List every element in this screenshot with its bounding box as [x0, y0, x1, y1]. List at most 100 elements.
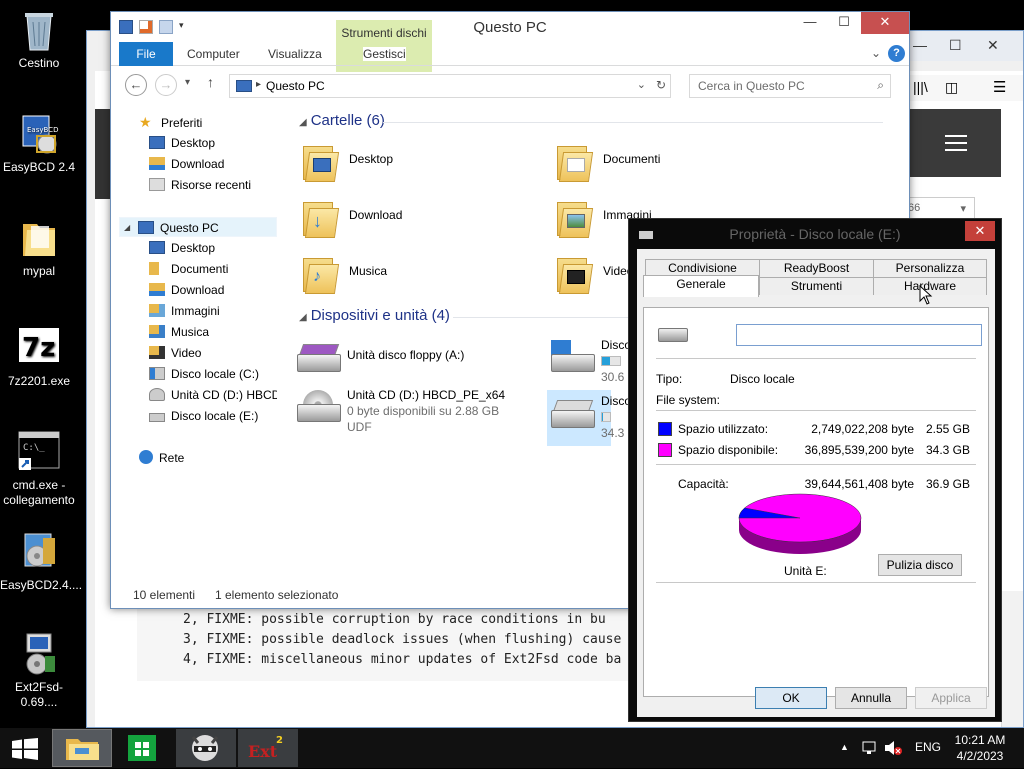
- desktop-icon-cmd[interactable]: C:\_ cmd.exe - collegamento: [0, 430, 78, 508]
- code-line: 4, FIXME: miscellaneous minor updates of…: [183, 652, 622, 667]
- taskbar-ext2fsd[interactable]: Ext 2: [238, 729, 298, 767]
- dialog-close-button[interactable]: ✕: [965, 221, 995, 241]
- this-pc-icon: [138, 221, 154, 234]
- nav-pc-desktop[interactable]: Desktop: [149, 238, 215, 258]
- up-button[interactable]: ↑: [207, 74, 214, 90]
- start-button[interactable]: [12, 738, 38, 760]
- forward-button[interactable]: →: [155, 74, 177, 96]
- usage-bar: [601, 412, 611, 422]
- desktop-icon-easybcd[interactable]: EasyBCD EasyBCD 2.4: [0, 112, 78, 175]
- nav-this-pc[interactable]: ◢ Questo PC: [119, 217, 277, 237]
- device-item-floppy[interactable]: Unità disco floppy (A:): [297, 334, 537, 384]
- nav-label: Desktop: [171, 136, 216, 150]
- nav-pc-download[interactable]: Download: [149, 280, 224, 300]
- nav-fav-recent[interactable]: Risorse recenti: [149, 175, 251, 195]
- address-input[interactable]: ▸ Questo PC ⌄ ↻: [229, 74, 671, 98]
- device-item-drive-e[interactable]: Disco 34.3: [547, 390, 631, 446]
- nav-pc-music[interactable]: Musica: [149, 322, 209, 342]
- divider: [656, 410, 976, 411]
- device-item-drive-c[interactable]: Disco 30.6: [551, 334, 631, 384]
- nav-fav-desktop[interactable]: Desktop: [149, 133, 215, 153]
- properties-dialog[interactable]: Proprietà - Disco locale (E:) ✕ Condivis…: [628, 218, 1002, 722]
- usage-bar-fill: [602, 357, 611, 365]
- refresh-icon[interactable]: ↻: [656, 78, 666, 92]
- breadcrumb[interactable]: Questo PC: [266, 79, 325, 93]
- library-icon[interactable]: |||\: [913, 79, 928, 95]
- code-line: 3, FIXME: possible deadlock issues (when…: [183, 632, 622, 647]
- floppy-drive-icon: [297, 340, 341, 374]
- minimize-button[interactable]: —: [793, 12, 827, 34]
- disk-cleanup-button[interactable]: Pulizia disco: [878, 554, 962, 576]
- taskbar-app-raccoon[interactable]: [176, 729, 236, 767]
- volume-label-input[interactable]: [736, 324, 982, 346]
- nav-fav-download[interactable]: Download: [149, 154, 224, 174]
- sidebar-icon[interactable]: ◫: [945, 79, 958, 96]
- desktop-icon-easybcd-installer[interactable]: EasyBCD2.4....: [0, 530, 82, 593]
- desktop-icon-label: Ext2Fsd-0.69....: [14, 680, 63, 709]
- taskbar-file-explorer[interactable]: [52, 729, 112, 767]
- clock[interactable]: 10:21 AM 4/2/2023: [948, 732, 1012, 764]
- nav-label: Disco locale (C:): [171, 367, 260, 381]
- desktop-icon-mypal[interactable]: mypal: [0, 216, 78, 279]
- usage-bar: [601, 356, 621, 366]
- desktop-icon-label: EasyBCD 2.4: [2, 160, 76, 174]
- nav-favorites[interactable]: ★ Preferiti: [139, 112, 202, 132]
- apply-button[interactable]: Applica: [915, 687, 987, 709]
- maximize-button[interactable]: ☐: [827, 12, 861, 34]
- minimize-icon[interactable]: —: [913, 37, 927, 53]
- nav-pc-documents[interactable]: Documenti: [149, 259, 228, 279]
- tab-view[interactable]: Visualizza: [268, 47, 322, 61]
- divider: [656, 582, 976, 583]
- tab-file[interactable]: File: [119, 42, 173, 66]
- recent-locations-icon[interactable]: ▾: [185, 77, 190, 88]
- nav-pc-pictures[interactable]: Immagini: [149, 301, 220, 321]
- address-history-icon[interactable]: ⌄: [637, 78, 646, 91]
- network-status-icon[interactable]: [862, 740, 878, 756]
- breadcrumb-separator-icon[interactable]: ▸: [256, 79, 261, 90]
- close-icon[interactable]: ✕: [987, 37, 999, 54]
- nav-pc-drive-d[interactable]: Unità CD (D:) HBCD_: [149, 385, 277, 405]
- nav-pc-drive-e[interactable]: Disco locale (E:): [149, 406, 258, 426]
- close-button[interactable]: ✕: [861, 12, 909, 34]
- cancel-button[interactable]: Annulla: [835, 687, 907, 709]
- tab-customize[interactable]: Personalizza: [873, 259, 987, 277]
- tab-computer[interactable]: Computer: [187, 47, 240, 61]
- tab-tools[interactable]: Strumenti: [759, 277, 874, 295]
- language-indicator[interactable]: ENG: [915, 740, 941, 754]
- tab-manage[interactable]: Gestisci: [363, 47, 406, 61]
- expand-ribbon-icon[interactable]: ⌄: [871, 46, 881, 60]
- group-divider: [383, 122, 883, 123]
- group-header-devices[interactable]: ◢ Dispositivi e unità (4): [299, 307, 450, 324]
- desktop-icon-7zip[interactable]: 7z 7z2201.exe: [0, 326, 78, 389]
- collapse-icon[interactable]: ◢: [299, 312, 307, 323]
- taskbar-store[interactable]: [114, 729, 174, 767]
- browser-scrollbar[interactable]: [1001, 591, 1023, 727]
- explorer-titlebar[interactable]: ▾ Strumenti dischi Questo PC — ☐ ✕: [111, 12, 909, 72]
- search-input[interactable]: Cerca in Questo PC ⌕: [689, 74, 891, 98]
- ok-button[interactable]: OK: [755, 687, 827, 709]
- tab-general[interactable]: Generale: [643, 275, 759, 297]
- nav-label: Video: [171, 346, 202, 360]
- desktop-icon-ext2fsd[interactable]: Ext2Fsd-0.69....: [0, 632, 78, 710]
- divider: [656, 358, 976, 359]
- menu-icon[interactable]: ☰: [993, 78, 1006, 96]
- device-item-cd-drive[interactable]: Unità CD (D:) HBCD_PE_x64 0 byte disponi…: [297, 384, 537, 434]
- volume-muted-icon[interactable]: [884, 740, 902, 756]
- documents-folder-icon: [553, 142, 594, 182]
- expand-icon[interactable]: ◢: [124, 218, 130, 236]
- device-free-space: 0 byte disponibili su 2.88 GB: [347, 404, 500, 418]
- group-header-folders[interactable]: ◢ Cartelle (6): [299, 112, 385, 129]
- collapse-icon[interactable]: ◢: [299, 117, 307, 128]
- maximize-icon[interactable]: ☐: [949, 37, 962, 54]
- nav-pc-drive-c[interactable]: Disco locale (C:): [149, 364, 259, 384]
- tab-readyboost[interactable]: ReadyBoost: [759, 259, 874, 277]
- back-button[interactable]: ←: [125, 74, 147, 96]
- desktop-icon-recycle-bin[interactable]: Cestino: [0, 8, 78, 71]
- help-icon[interactable]: ?: [888, 45, 905, 62]
- nav-network[interactable]: Rete: [139, 448, 184, 468]
- badge-select[interactable]: 66 ▾: [899, 197, 975, 219]
- hamburger-menu-icon[interactable]: [945, 135, 967, 151]
- nav-pc-video[interactable]: Video: [149, 343, 201, 363]
- nav-label: Immagini: [171, 304, 220, 318]
- show-hidden-icons[interactable]: ▲: [840, 742, 849, 752]
